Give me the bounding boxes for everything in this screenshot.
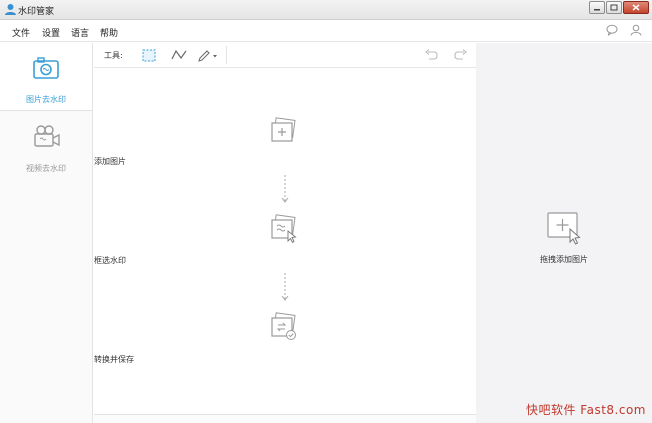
- menu-help[interactable]: 帮助: [100, 26, 118, 39]
- redo-button[interactable]: [452, 46, 470, 64]
- maximize-icon: [610, 4, 618, 11]
- drop-zone-label: 拖拽添加图片: [540, 255, 588, 264]
- brush-tool[interactable]: [195, 46, 221, 64]
- menu-bar: 文件 设置 语言 帮助: [0, 21, 652, 42]
- mode-video-watermark[interactable]: 视频去水印: [0, 112, 92, 180]
- step-add-image-label: 添加图片: [94, 157, 126, 166]
- mode-sidebar: 图片去水印 视频去水印: [0, 43, 93, 423]
- video-camera-icon: [34, 125, 60, 147]
- camera-icon: [33, 57, 59, 79]
- toolbar-separator: [226, 46, 227, 64]
- menu-file[interactable]: 文件: [12, 26, 30, 39]
- polyline-select-tool[interactable]: [170, 46, 188, 64]
- step-convert-save-label: 转换并保存: [94, 355, 134, 364]
- redo-icon: [454, 49, 467, 60]
- down-arrow-icon: [281, 273, 289, 301]
- minimize-button[interactable]: [589, 1, 605, 14]
- drag-add-image-icon: [547, 212, 581, 245]
- add-image-icon: [271, 117, 296, 142]
- menu-settings[interactable]: 设置: [42, 26, 60, 39]
- mode-label-image: 图片去水印: [26, 95, 66, 104]
- maximize-button[interactable]: [606, 1, 622, 14]
- site-watermark-text: 快吧软件 Fast8.com: [525, 403, 646, 417]
- close-button[interactable]: [623, 1, 649, 14]
- menu-right-icons: [606, 24, 642, 36]
- minimize-icon: [594, 8, 600, 10]
- workflow-area: 添加图片 框选水印 转换并保存: [94, 69, 476, 415]
- image-drop-zone[interactable]: 拖拽添加图片: [476, 43, 652, 423]
- undo-icon: [425, 49, 438, 60]
- user-icon[interactable]: [630, 24, 642, 36]
- app-user-icon: [5, 4, 16, 15]
- step-select-watermark-label: 框选水印: [94, 256, 126, 265]
- brush-icon: [198, 49, 217, 62]
- chat-bubble-icon[interactable]: [606, 24, 618, 36]
- tool-bar: 工具:: [94, 43, 476, 68]
- mode-image-watermark[interactable]: 图片去水印: [0, 43, 92, 111]
- close-icon: [632, 4, 640, 11]
- window-controls: [589, 1, 649, 14]
- polyline-icon: [171, 49, 187, 60]
- rect-select-tool[interactable]: [140, 46, 158, 64]
- convert-save-icon: [271, 312, 296, 340]
- window-title: 水印管家: [18, 7, 55, 17]
- down-arrow-icon: [281, 175, 289, 203]
- mode-label-video: 视频去水印: [26, 164, 66, 173]
- rect-select-icon: [142, 49, 156, 61]
- tools-label: 工具:: [104, 51, 123, 60]
- undo-button[interactable]: [422, 46, 440, 64]
- bottom-status-strip: [94, 414, 476, 423]
- title-bar: 水印管家: [0, 0, 652, 20]
- menu-language[interactable]: 语言: [71, 26, 89, 39]
- select-watermark-icon: [271, 214, 297, 244]
